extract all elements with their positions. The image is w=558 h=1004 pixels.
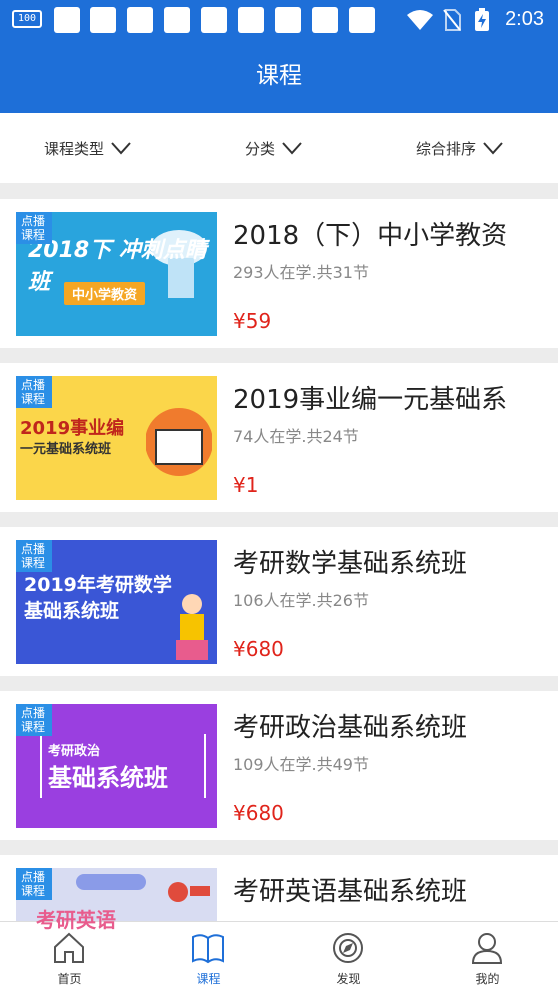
- vod-tag: 点播 课程: [16, 704, 52, 736]
- battery-charging-icon: [475, 8, 489, 31]
- notification-icon: [54, 7, 80, 33]
- vod-tag: 点播 课程: [16, 376, 52, 408]
- course-price: ¥1: [233, 473, 259, 497]
- vod-tag: 点播 课程: [16, 212, 52, 244]
- clock: 2:03: [505, 8, 544, 30]
- filter-course-type[interactable]: 课程类型: [44, 113, 132, 183]
- thumbnail-subtitle: 基础系统班: [48, 764, 168, 792]
- banner-decoration: [76, 874, 146, 890]
- notification-icon: [312, 7, 338, 33]
- home-icon: [54, 932, 84, 963]
- book-illustration-icon: [146, 408, 212, 476]
- course-card[interactable]: 点播 课程 2019年考研数学 基础系统班 考研数学基础系统班 106人在学.共…: [0, 527, 558, 676]
- chevron-down-icon: [483, 142, 503, 155]
- course-thumbnail: 点播 课程 2019年考研数学 基础系统班: [16, 540, 217, 664]
- person-icon: [471, 933, 503, 964]
- thumbnail-headline: 考研政治: [48, 744, 101, 759]
- person-illustration-icon: [176, 594, 208, 660]
- course-price: ¥680: [233, 637, 284, 661]
- thumbnail-headline: 2019事业编: [20, 418, 125, 439]
- vod-tag: 点播 课程: [16, 540, 52, 572]
- battery-percent-icon: 100: [12, 10, 42, 28]
- course-thumbnail: 点播 课程 2018下 冲刺点睛班 中小学教资: [16, 212, 217, 336]
- course-meta: 109人在学.共49节: [233, 755, 369, 774]
- course-card[interactable]: 点播 课程 2019事业编 一元基础系统班 2019事业编一元基础系 74人在学…: [0, 363, 558, 512]
- tab-label: 我的: [475, 972, 500, 986]
- tab-label: 首页: [57, 972, 82, 986]
- chevron-down-icon: [111, 142, 131, 155]
- course-title: 考研数学基础系统班: [233, 549, 468, 579]
- thumbnail-subtitle: 基础系统班: [24, 600, 120, 622]
- notification-icon: [127, 7, 153, 33]
- notification-icon: [349, 7, 375, 33]
- tab-course[interactable]: 课程: [139, 922, 278, 993]
- course-meta: 106人在学.共26节: [233, 591, 369, 610]
- tab-discover[interactable]: 发现: [279, 922, 418, 993]
- notification-icon: [90, 7, 116, 33]
- course-price: ¥59: [233, 309, 272, 333]
- course-meta: 293人在学.共31节: [233, 263, 369, 282]
- course-price: ¥680: [233, 801, 284, 825]
- course-title: 考研政治基础系统班: [233, 713, 468, 743]
- course-thumbnail: 点播 课程 2019事业编 一元基础系统班: [16, 376, 217, 500]
- thumbnail-subtitle: 中小学教资: [64, 282, 146, 305]
- page-title: 课程: [0, 40, 558, 113]
- course-meta: 74人在学.共24节: [233, 427, 359, 446]
- course-title: 2018（下）中小学教资: [233, 221, 508, 251]
- notification-icon: [275, 7, 301, 33]
- no-sim-icon: [443, 9, 461, 31]
- logo-icon: [168, 882, 210, 902]
- book-icon: [192, 934, 224, 964]
- filter-category[interactable]: 分类: [245, 113, 303, 183]
- filter-label: 课程类型: [44, 139, 105, 158]
- thumbnail-headline: 考研英语: [36, 908, 116, 932]
- filter-sort[interactable]: 综合排序: [416, 113, 504, 183]
- course-title: 2019事业编一元基础系: [233, 385, 508, 415]
- course-title: 考研英语基础系统班: [233, 877, 468, 907]
- course-card[interactable]: 点播 课程 2018下 冲刺点睛班 中小学教资 2018（下）中小学教资 293…: [0, 199, 558, 348]
- compass-icon: [333, 933, 363, 963]
- wifi-icon: [407, 10, 433, 30]
- thumbnail-headline: 2019年考研数学: [24, 574, 172, 596]
- filter-label: 分类: [245, 139, 276, 158]
- status-bar: 100 2:03: [0, 0, 558, 40]
- notification-icon: [238, 7, 264, 33]
- filter-label: 综合排序: [416, 139, 477, 158]
- chevron-down-icon: [282, 142, 302, 155]
- vod-tag: 点播 课程: [16, 868, 52, 900]
- tab-label: 发现: [336, 972, 361, 986]
- notification-icon: [201, 7, 227, 33]
- thumbnail-subtitle: 一元基础系统班: [20, 442, 112, 457]
- filter-bar: 课程类型 分类 综合排序: [0, 113, 558, 183]
- tab-label: 课程: [196, 972, 221, 986]
- tab-mine[interactable]: 我的: [418, 922, 557, 993]
- course-thumbnail: 点播 课程 考研政治 基础系统班: [16, 704, 217, 828]
- course-card[interactable]: 点播 课程 考研政治 基础系统班 考研政治基础系统班 109人在学.共49节 ¥…: [0, 691, 558, 840]
- notification-icon: [164, 7, 190, 33]
